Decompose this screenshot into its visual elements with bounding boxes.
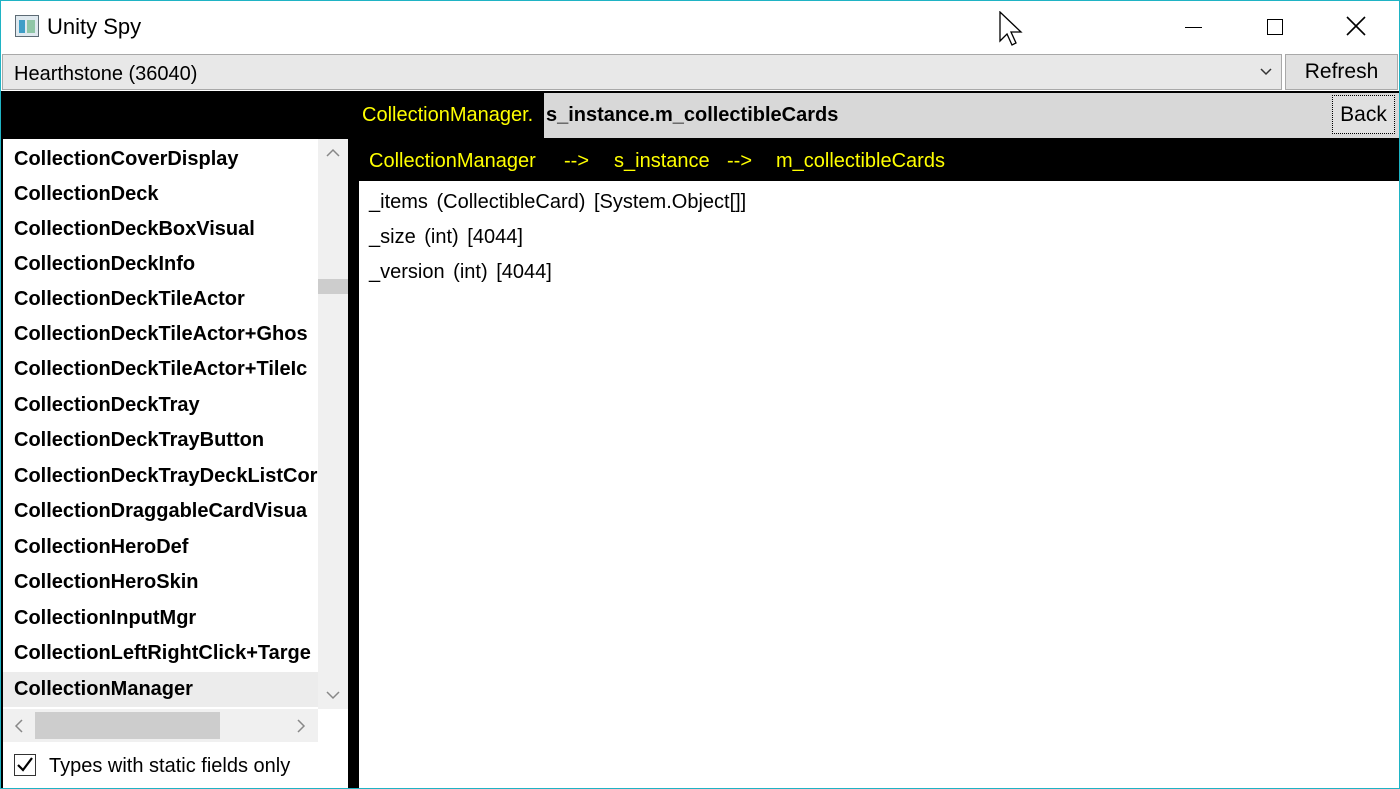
checkmark-icon (17, 757, 33, 772)
list-item[interactable]: CollectionDeckBoxVisual (3, 212, 318, 247)
horizontal-scrollbar[interactable] (3, 709, 318, 742)
list-item[interactable]: CollectionInputMgr (3, 601, 318, 636)
breadcrumb-separator: --> (564, 150, 589, 172)
breadcrumb-separator: --> (727, 150, 752, 172)
static-fields-label[interactable]: Types with static fields only (49, 755, 290, 778)
field-name: _size (369, 226, 416, 248)
app-icon (15, 15, 39, 37)
app-window: Unity Spy Hearthstone (36040) Refresh Co… (0, 0, 1400, 789)
field-value: [4044] (496, 261, 552, 283)
list-item[interactable]: CollectionHeroSkin (3, 565, 318, 600)
window-title: Unity Spy (47, 14, 142, 39)
field-row[interactable]: _items (CollectibleCard) [System.Object[… (369, 191, 746, 214)
field-type: (CollectibleCard) (436, 191, 586, 213)
field-type: (int) (424, 226, 459, 248)
minimize-button[interactable] (1152, 1, 1234, 53)
list-item[interactable]: CollectionHeroDef (3, 530, 318, 565)
field-row[interactable]: _version (int) [4044] (369, 261, 552, 284)
static-fields-checkbox[interactable] (14, 754, 36, 776)
breadcrumb-item[interactable]: m_collectibleCards (776, 150, 945, 173)
mouse-cursor-icon (999, 11, 1023, 46)
chevron-right-icon[interactable] (295, 718, 307, 734)
maximize-button[interactable] (1234, 1, 1316, 53)
field-value: [System.Object[]] (593, 191, 747, 213)
process-selected-value: Hearthstone (36040) (14, 63, 198, 85)
field-list: _items (CollectibleCard) [System.Object[… (359, 181, 1399, 788)
list-item[interactable]: CollectionDeck (3, 177, 318, 212)
close-icon (1346, 16, 1366, 36)
title-bar: Unity Spy (1, 1, 1399, 53)
list-item[interactable]: CollectionDeckTileActor (3, 282, 318, 317)
chevron-left-icon[interactable] (13, 718, 25, 734)
list-item-selected[interactable]: CollectionManager (3, 672, 318, 707)
list-item[interactable]: CollectionDeckTileActor+TileIc (3, 352, 318, 387)
chevron-up-icon[interactable] (325, 147, 341, 159)
horizontal-scroll-thumb[interactable] (35, 712, 220, 739)
type-panel: CollectionCoverDisplay CollectionDeck Co… (3, 139, 348, 788)
maximize-icon (1267, 19, 1283, 35)
vertical-scrollbar[interactable] (318, 139, 348, 709)
list-item[interactable]: CollectionDraggableCardVisua (3, 494, 318, 529)
chevron-down-icon (1260, 68, 1272, 76)
process-dropdown[interactable]: Hearthstone (36040) (2, 54, 1282, 90)
field-type: (int) (453, 261, 488, 283)
vertical-scroll-thumb[interactable] (318, 279, 348, 294)
list-item[interactable]: CollectionDeckInfo (3, 247, 318, 282)
type-list[interactable]: CollectionCoverDisplay CollectionDeck Co… (3, 139, 318, 709)
chevron-down-icon[interactable] (325, 689, 341, 701)
close-button[interactable] (1316, 1, 1398, 53)
breadcrumb-item[interactable]: CollectionManager (369, 150, 536, 173)
process-row: Hearthstone (36040) Refresh (1, 53, 1399, 91)
list-item[interactable]: CollectionDeckTrayDeckListCor (3, 459, 318, 494)
scrollbar-corner (318, 709, 348, 742)
list-item[interactable]: CollectionLeftRightClick+Targe (3, 636, 318, 671)
minimize-icon (1185, 27, 1202, 28)
path-member-text: s_instance.m_collectibleCards (546, 104, 839, 126)
refresh-button[interactable]: Refresh (1285, 54, 1398, 90)
back-button[interactable]: Back (1332, 95, 1395, 134)
path-class-text: CollectionManager. (362, 104, 534, 126)
field-row[interactable]: _size (int) [4044] (369, 226, 523, 249)
list-item[interactable]: CollectionCoverDisplay (3, 142, 318, 177)
breadcrumb: CollectionManager --> s_instance --> m_c… (359, 141, 1399, 181)
list-item[interactable]: CollectionDeckTrayButton (3, 423, 318, 458)
list-item[interactable]: CollectionDeckTray (3, 388, 318, 423)
breadcrumb-item[interactable]: s_instance (614, 150, 710, 173)
list-item[interactable]: CollectionDeckTileActor+Ghos (3, 317, 318, 352)
field-value: [4044] (467, 226, 523, 248)
field-name: _version (369, 261, 445, 283)
field-name: _items (369, 191, 428, 213)
